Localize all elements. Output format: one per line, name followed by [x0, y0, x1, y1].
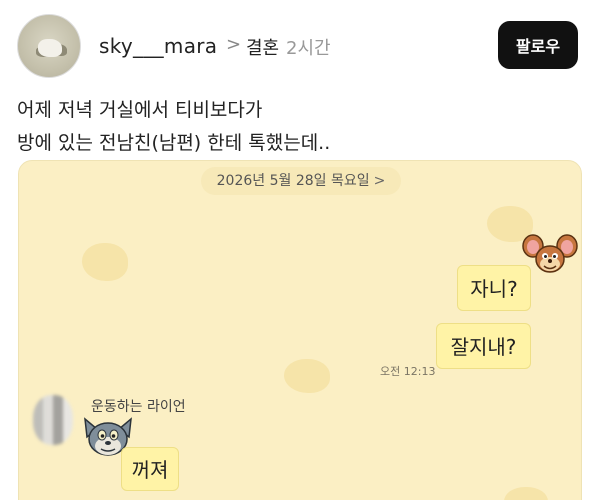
post-body-line: 방에 있는 전남친(남편) 한테 톡했는데..: [17, 132, 331, 154]
background-blob: [82, 243, 128, 281]
post-time: 2시간: [286, 38, 331, 59]
background-blob: [504, 487, 548, 500]
avatar-figure-icon: [38, 39, 62, 57]
chevron-right-icon: >: [373, 173, 386, 189]
sender-avatar[interactable]: [33, 395, 73, 445]
post-category[interactable]: 결혼: [246, 34, 279, 60]
date-label: 2026년 5월 28일 목요일: [216, 173, 370, 189]
chat-screenshot: 2026년 5월 28일 목요일 > 자니? 잘지내? 오전 12:13 운동하는…: [18, 160, 582, 500]
chevron-right-icon: >: [226, 34, 242, 55]
date-divider[interactable]: 2026년 5월 28일 목요일 >: [201, 167, 401, 195]
author-username[interactable]: sky___mara: [99, 34, 217, 58]
sent-message-bubble[interactable]: 자니?: [457, 265, 531, 311]
author-avatar[interactable]: [17, 14, 81, 78]
sent-message-bubble[interactable]: 잘지내?: [436, 323, 531, 369]
post-body-line: 어제 저녁 거실에서 티비보다가: [17, 99, 263, 121]
sender-name: 운동하는 라이언: [91, 399, 186, 415]
background-blob: [284, 359, 330, 393]
message-time: 오전 12:13: [380, 365, 436, 378]
post-body: 어제 저녁 거실에서 티비보다가 방에 있는 전남친(남편) 한테 톡했는데..: [17, 94, 577, 160]
received-message-bubble[interactable]: 꺼져: [121, 447, 179, 491]
follow-button[interactable]: 팔로우: [498, 21, 578, 69]
post-header: sky___mara > 결혼 2시간 팔로우: [0, 0, 600, 90]
